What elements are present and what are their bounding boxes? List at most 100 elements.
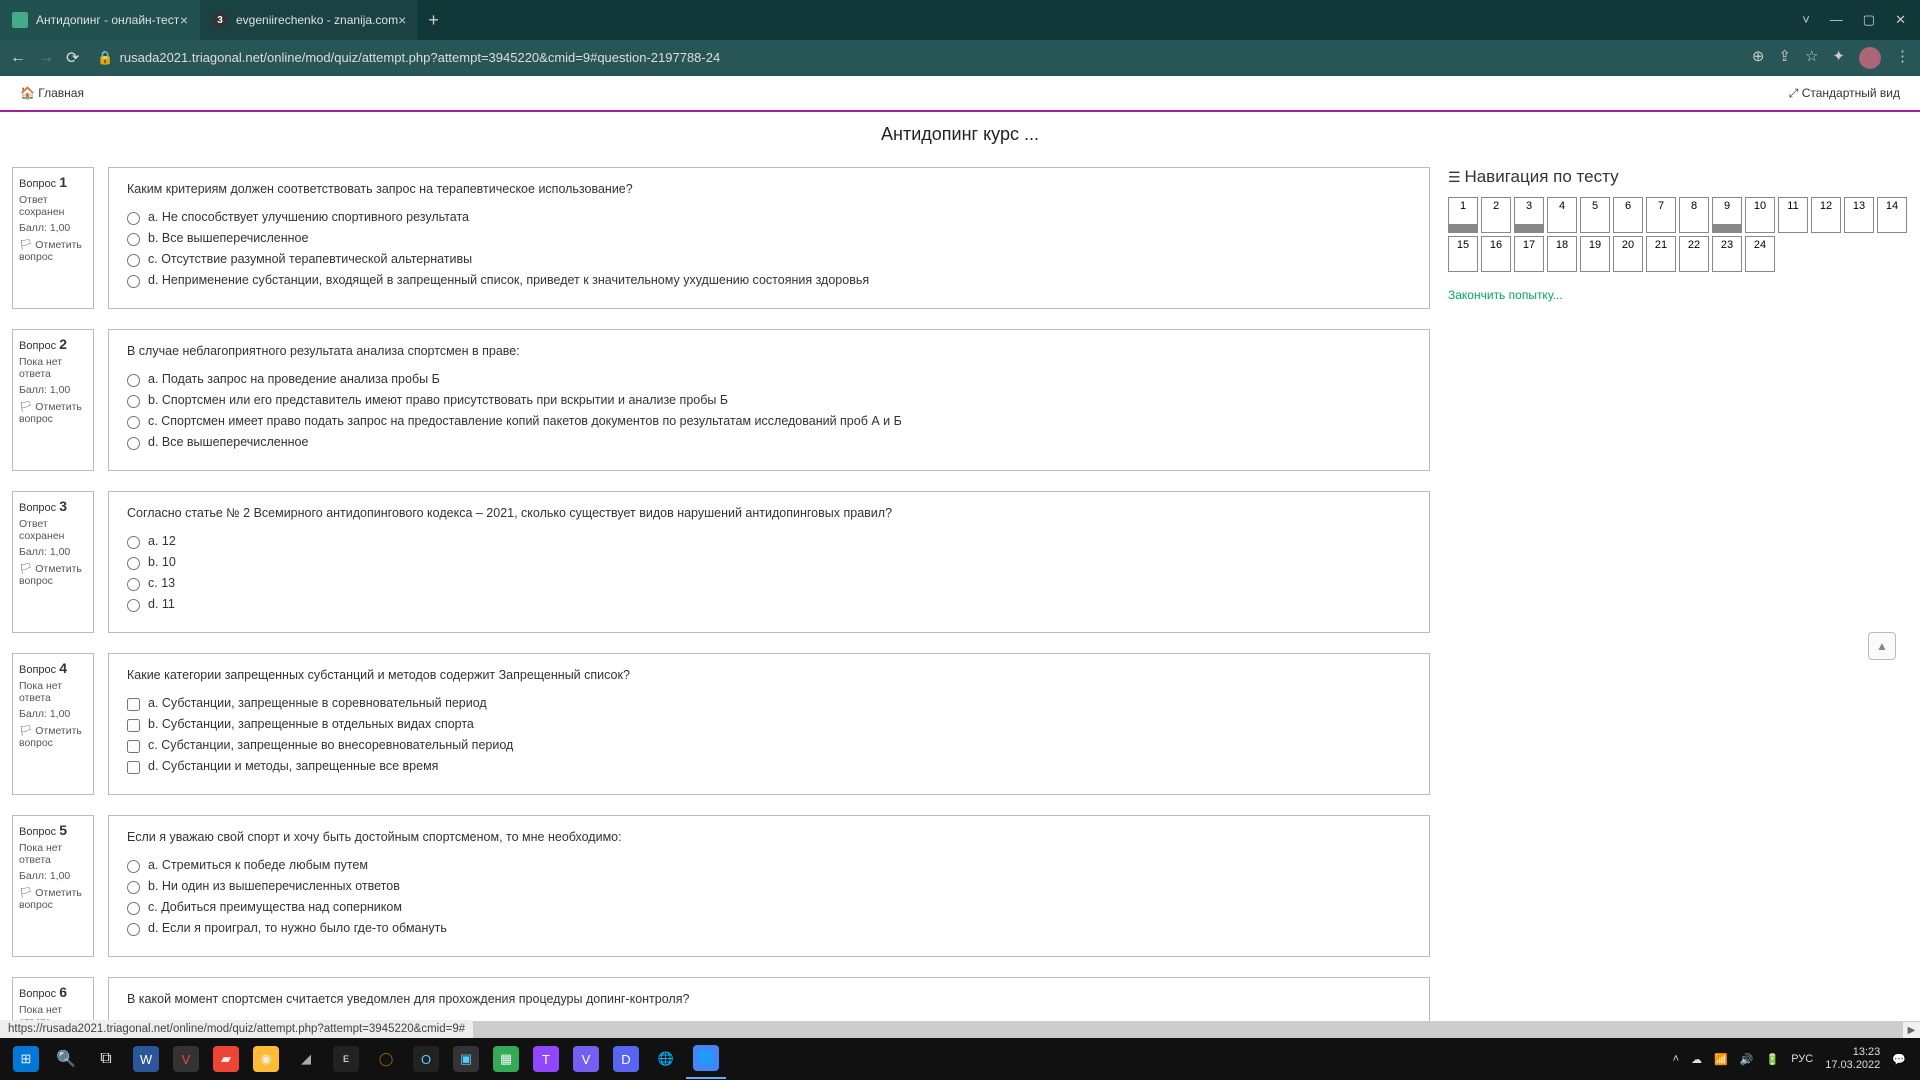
answer-input[interactable] xyxy=(127,233,140,246)
standard-view-link[interactable]: ⤢ Стандартный вид xyxy=(1789,86,1900,101)
nav-question-cell[interactable]: 16 xyxy=(1481,236,1511,272)
nav-question-cell[interactable]: 24 xyxy=(1745,236,1775,272)
answer-option[interactable]: d. Все вышеперечисленное xyxy=(127,435,1411,450)
flag-question[interactable]: 🏳 Отметить вопрос xyxy=(19,562,87,587)
close-icon[interactable]: × xyxy=(180,12,188,28)
answer-input[interactable] xyxy=(127,719,140,732)
answer-option[interactable]: c. Спортсмен имеет право подать запрос н… xyxy=(127,414,1411,429)
tray-volume-icon[interactable]: 🔊 xyxy=(1740,1053,1754,1066)
taskbar-app-circle[interactable]: ◯ xyxy=(366,1039,406,1079)
answer-input[interactable] xyxy=(127,416,140,429)
nav-question-cell[interactable]: 19 xyxy=(1580,236,1610,272)
answer-option[interactable]: b. 10 xyxy=(127,555,1411,570)
tray-datetime[interactable]: 13:23 17.03.2022 xyxy=(1825,1046,1880,1072)
answer-input[interactable] xyxy=(127,578,140,591)
search-button[interactable]: 🔍 xyxy=(46,1039,86,1079)
forward-button[interactable]: → xyxy=(38,49,54,67)
answer-option[interactable]: c. Добиться преимущества над соперником xyxy=(127,900,1411,915)
flag-question[interactable]: 🏳 Отметить вопрос xyxy=(19,886,87,911)
flag-question[interactable]: 🏳 Отметить вопрос xyxy=(19,724,87,749)
answer-input[interactable] xyxy=(127,437,140,450)
nav-question-cell[interactable]: 22 xyxy=(1679,236,1709,272)
url-field[interactable]: 🔒rusada2021.triagonal.net/online/mod/qui… xyxy=(91,50,1739,66)
avatar[interactable] xyxy=(1859,47,1881,69)
nav-question-cell[interactable]: 10 xyxy=(1745,197,1775,233)
bookmark-icon[interactable]: ☆ xyxy=(1805,47,1818,69)
nav-question-cell[interactable]: 2 xyxy=(1481,197,1511,233)
extensions-icon[interactable]: ✦ xyxy=(1832,47,1845,69)
answer-input[interactable] xyxy=(127,881,140,894)
taskbar-app-o[interactable]: O xyxy=(406,1039,446,1079)
answer-input[interactable] xyxy=(127,557,140,570)
nav-question-cell[interactable]: 3 xyxy=(1514,197,1544,233)
answer-option[interactable]: d. Если я проиграл, то нужно было где-то… xyxy=(127,921,1411,936)
answer-option[interactable]: a. 12 xyxy=(127,534,1411,549)
nav-question-cell[interactable]: 23 xyxy=(1712,236,1742,272)
home-link[interactable]: 🏠 Главная xyxy=(20,86,84,100)
answer-input[interactable] xyxy=(127,902,140,915)
chevron-down-icon[interactable]: ˅ xyxy=(1802,12,1810,28)
browser-tab[interactable]: 3evgeniirechenko - znanija.com× xyxy=(200,0,418,40)
new-tab-button[interactable]: + xyxy=(418,10,449,31)
taskbar-app-chrome-active[interactable]: 🌐 xyxy=(686,1039,726,1079)
nav-question-cell[interactable]: 9 xyxy=(1712,197,1742,233)
tray-lang[interactable]: РУС xyxy=(1791,1053,1813,1065)
scrollbar-arrow-right[interactable]: ▶ xyxy=(1903,1022,1920,1038)
nav-question-cell[interactable]: 21 xyxy=(1646,236,1676,272)
answer-option[interactable]: b. Субстанции, запрещенные в отдельных в… xyxy=(127,717,1411,732)
nav-question-cell[interactable]: 14 xyxy=(1877,197,1907,233)
taskbar-app-vs[interactable]: ▣ xyxy=(446,1039,486,1079)
taskbar-app-yellow[interactable]: ◉ xyxy=(246,1039,286,1079)
task-view-button[interactable]: ⧉ xyxy=(86,1039,126,1079)
nav-question-cell[interactable]: 4 xyxy=(1547,197,1577,233)
finish-attempt-link[interactable]: Закончить попытку... xyxy=(1448,288,1563,302)
taskbar-app-discord[interactable]: D xyxy=(606,1039,646,1079)
maximize-button[interactable]: ▢ xyxy=(1863,12,1875,28)
answer-input[interactable] xyxy=(127,254,140,267)
answer-input[interactable] xyxy=(127,599,140,612)
answer-option[interactable]: a. Субстанции, запрещенные в соревновате… xyxy=(127,696,1411,711)
taskbar-app-twitch[interactable]: T xyxy=(526,1039,566,1079)
answer-input[interactable] xyxy=(127,761,140,774)
taskbar-app-green[interactable]: ▦ xyxy=(486,1039,526,1079)
nav-question-cell[interactable]: 5 xyxy=(1580,197,1610,233)
nav-question-cell[interactable]: 12 xyxy=(1811,197,1841,233)
taskbar-app-chrome[interactable]: 🌐 xyxy=(646,1039,686,1079)
answer-input[interactable] xyxy=(127,275,140,288)
answer-option[interactable]: c. Субстанции, запрещенные во внесоревно… xyxy=(127,738,1411,753)
minimize-button[interactable]: ― xyxy=(1830,12,1843,28)
answer-option[interactable]: a. Подать запрос на проведение анализа п… xyxy=(127,372,1411,387)
scroll-top-button[interactable]: ▲ xyxy=(1868,632,1896,660)
answer-input[interactable] xyxy=(127,212,140,225)
back-button[interactable]: ← xyxy=(10,49,26,67)
flag-question[interactable]: 🏳 Отметить вопрос xyxy=(19,400,87,425)
answer-input[interactable] xyxy=(127,923,140,936)
answer-input[interactable] xyxy=(127,395,140,408)
answer-option[interactable]: d. Субстанции и методы, запрещенные все … xyxy=(127,759,1411,774)
answer-option[interactable]: a. Не способствует улучшению спортивного… xyxy=(127,210,1411,225)
answer-option[interactable]: b. Ни один из вышеперечисленных ответов xyxy=(127,879,1411,894)
nav-question-cell[interactable]: 15 xyxy=(1448,236,1478,272)
answer-input[interactable] xyxy=(127,740,140,753)
answer-option[interactable]: c. Отсутствие разумной терапевтической а… xyxy=(127,252,1411,267)
answer-option[interactable]: a. Стремиться к победе любым путем xyxy=(127,858,1411,873)
nav-question-cell[interactable]: 13 xyxy=(1844,197,1874,233)
taskbar-app-viber[interactable]: V xyxy=(566,1039,606,1079)
reload-button[interactable]: ⟳ xyxy=(66,48,79,68)
nav-question-cell[interactable]: 11 xyxy=(1778,197,1808,233)
start-button[interactable]: ⊞ xyxy=(6,1039,46,1079)
close-icon[interactable]: × xyxy=(398,12,406,28)
answer-option[interactable]: b. Все вышеперечисленное xyxy=(127,231,1411,246)
nav-question-cell[interactable]: 8 xyxy=(1679,197,1709,233)
answer-input[interactable] xyxy=(127,860,140,873)
nav-question-cell[interactable]: 6 xyxy=(1613,197,1643,233)
taskbar-app-steam[interactable]: ◢ xyxy=(286,1039,326,1079)
nav-question-cell[interactable]: 18 xyxy=(1547,236,1577,272)
taskbar-app-red[interactable]: ▰ xyxy=(206,1039,246,1079)
zoom-icon[interactable]: ⊕ xyxy=(1752,47,1765,69)
answer-input[interactable] xyxy=(127,698,140,711)
answer-option[interactable]: c. 13 xyxy=(127,576,1411,591)
tray-cloud-icon[interactable]: ☁ xyxy=(1691,1053,1702,1066)
share-icon[interactable]: ⇪ xyxy=(1778,47,1791,69)
nav-question-cell[interactable]: 1 xyxy=(1448,197,1478,233)
